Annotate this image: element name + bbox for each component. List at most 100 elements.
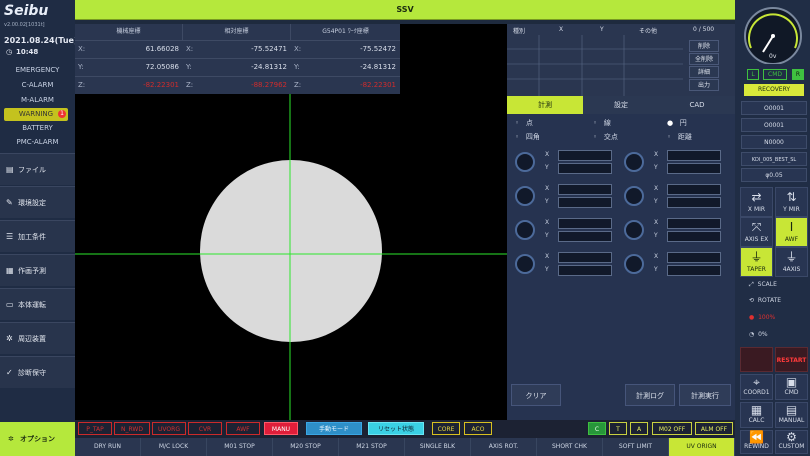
y-field[interactable] <box>558 265 612 276</box>
camera-view[interactable] <box>75 94 507 420</box>
y-field[interactable] <box>558 163 612 174</box>
status-uvorg[interactable]: UVORG <box>152 422 186 435</box>
x-field[interactable] <box>667 218 721 229</box>
radio-distance[interactable]: ◦ 距離 <box>667 132 692 142</box>
radio-circle[interactable]: ● 円 <box>667 118 687 128</box>
status-aco[interactable]: ACO <box>464 422 492 435</box>
rewind-button[interactable]: ⏪ REWIND <box>740 430 773 454</box>
x-field[interactable] <box>558 150 612 161</box>
coord-cell: Y: -24.81312 <box>291 58 400 74</box>
alarm-warning[interactable]: WARNING 1 <box>4 108 68 121</box>
coord1-button[interactable]: ⌖ COORD1 <box>740 374 773 400</box>
fn-single-blk[interactable]: SINGLE BLK <box>405 438 471 456</box>
measure-point-icon[interactable] <box>515 254 535 274</box>
menu-drawing[interactable]: ▦ 作画予測 <box>0 254 75 286</box>
restart-button[interactable]: RESTART <box>775 347 808 372</box>
detail-button[interactable]: 詳細 <box>689 66 719 78</box>
coord-header: 相対座標 <box>183 24 291 40</box>
delete-button[interactable]: 削除 <box>689 40 719 52</box>
measure-point-icon[interactable] <box>515 152 535 172</box>
icon-label: MANUAL <box>778 417 805 424</box>
status-p-tap[interactable]: P_TAP <box>78 422 112 435</box>
coord-value: -82.22301 <box>143 81 179 89</box>
fn-axis-rot[interactable]: AXIS ROT. <box>471 438 537 456</box>
y-mirror-button[interactable]: ⇅ Y MIR <box>775 187 808 217</box>
fn-m21-stop[interactable]: M21 STOP <box>339 438 405 456</box>
fn-mc-lock[interactable]: M/C LOCK <box>141 438 207 456</box>
measure-point-icon[interactable] <box>515 186 535 206</box>
x-field[interactable] <box>667 252 721 263</box>
fn-dry-run[interactable]: DRY RUN <box>75 438 141 456</box>
measure-point-icon[interactable] <box>624 152 644 172</box>
manual-button[interactable]: ▤ MANUAL <box>775 402 808 428</box>
fn-m20-stop[interactable]: M20 STOP <box>273 438 339 456</box>
radio-intersection[interactable]: ◦ 交点 <box>593 132 618 142</box>
x-field[interactable] <box>667 184 721 195</box>
menu-label: 本体運転 <box>18 301 46 309</box>
taper-button[interactable]: ⏚ TAPER <box>740 247 773 277</box>
status-awf[interactable]: AWF <box>226 422 260 435</box>
status-manu[interactable]: MANU <box>264 422 298 435</box>
menu-diagnosis[interactable]: ✓ 診断保守 <box>0 356 75 388</box>
y-field[interactable] <box>667 163 721 174</box>
radio-point[interactable]: ◦ 点 <box>515 118 533 128</box>
status-core[interactable]: CORE <box>432 422 460 435</box>
rotate-item[interactable]: ⟲ ROTATE <box>749 297 781 304</box>
status-n-rwd[interactable]: N_RWD <box>114 422 150 435</box>
y-field[interactable] <box>667 197 721 208</box>
scale-item[interactable]: ⤢ SCALE <box>749 281 777 289</box>
status-alm-off[interactable]: ALM OFF <box>695 422 733 435</box>
radio-line[interactable]: ◦ 線 <box>593 118 611 128</box>
manual-mode-badge: 手動モード <box>306 422 362 435</box>
status-c[interactable]: C <box>588 422 606 435</box>
list-grid[interactable] <box>507 35 683 96</box>
x-field[interactable] <box>558 252 612 263</box>
custom-button[interactable]: ⚙ CUSTOM <box>775 430 808 454</box>
y-field[interactable] <box>667 265 721 276</box>
icon-label: X MIR <box>747 206 766 213</box>
recovery-button[interactable]: RECOVERY <box>744 84 804 96</box>
cmd-button[interactable]: ▣ CMD <box>775 374 808 400</box>
x-field[interactable] <box>667 150 721 161</box>
measure-point-icon[interactable] <box>515 220 535 240</box>
axis-exchange-icon: ⤧ <box>751 220 762 234</box>
measure-point-icon[interactable] <box>624 254 644 274</box>
status-t[interactable]: T <box>609 422 627 435</box>
measure-point-icon[interactable] <box>624 186 644 206</box>
status-a[interactable]: A <box>630 422 648 435</box>
awf-button[interactable]: Ⅰ AWF <box>775 217 808 247</box>
menu-machining[interactable]: ☰ 加工条件 <box>0 220 75 252</box>
measure-run-button[interactable]: 計測実行 <box>679 384 731 406</box>
fn-soft-limit[interactable]: SOFT LIMIT <box>603 438 669 456</box>
axis-label: Z: <box>294 81 302 89</box>
status-cvr[interactable]: CVR <box>188 422 222 435</box>
radio-square[interactable]: ◦ 四角 <box>515 132 540 142</box>
output-button[interactable]: 出力 <box>689 79 719 91</box>
x-field[interactable] <box>558 218 612 229</box>
fn-m01-stop[interactable]: M01 STOP <box>207 438 273 456</box>
menu-operation[interactable]: ▭ 本体運転 <box>0 288 75 320</box>
measure-log-button[interactable]: 計測ログ <box>625 384 675 406</box>
clear-button[interactable]: クリア <box>511 384 561 406</box>
status-m02-off[interactable]: M02 OFF <box>652 422 692 435</box>
x-field[interactable] <box>558 184 612 195</box>
y-field[interactable] <box>558 231 612 242</box>
menu-file[interactable]: ▤ ファイル <box>0 153 75 185</box>
menu-peripheral[interactable]: ✲ 周辺装置 <box>0 322 75 354</box>
y-field[interactable] <box>558 197 612 208</box>
y-field[interactable] <box>667 231 721 242</box>
x-mirror-button[interactable]: ⇄ X MIR <box>740 187 773 217</box>
calc-button[interactable]: ▦ CALC <box>740 402 773 428</box>
fn-uv-origin[interactable]: UV ORIGN <box>669 438 735 456</box>
axis-exchange-button[interactable]: ⤧ AXIS EX <box>740 217 773 247</box>
delete-all-button[interactable]: 全削除 <box>689 53 719 65</box>
tab-cad[interactable]: CAD <box>659 96 735 114</box>
tab-measure[interactable]: 計測 <box>507 96 583 114</box>
axis-label: Z: <box>186 81 194 89</box>
tab-settings[interactable]: 設定 <box>583 96 659 114</box>
fn-short-chk[interactable]: SHORT CHK <box>537 438 603 456</box>
menu-environment[interactable]: ✎ 環境設定 <box>0 186 75 218</box>
measure-point-icon[interactable] <box>624 220 644 240</box>
four-axis-button[interactable]: ⏚ 4AXIS <box>775 247 808 277</box>
option-button[interactable]: ✲ オプション <box>0 422 75 456</box>
